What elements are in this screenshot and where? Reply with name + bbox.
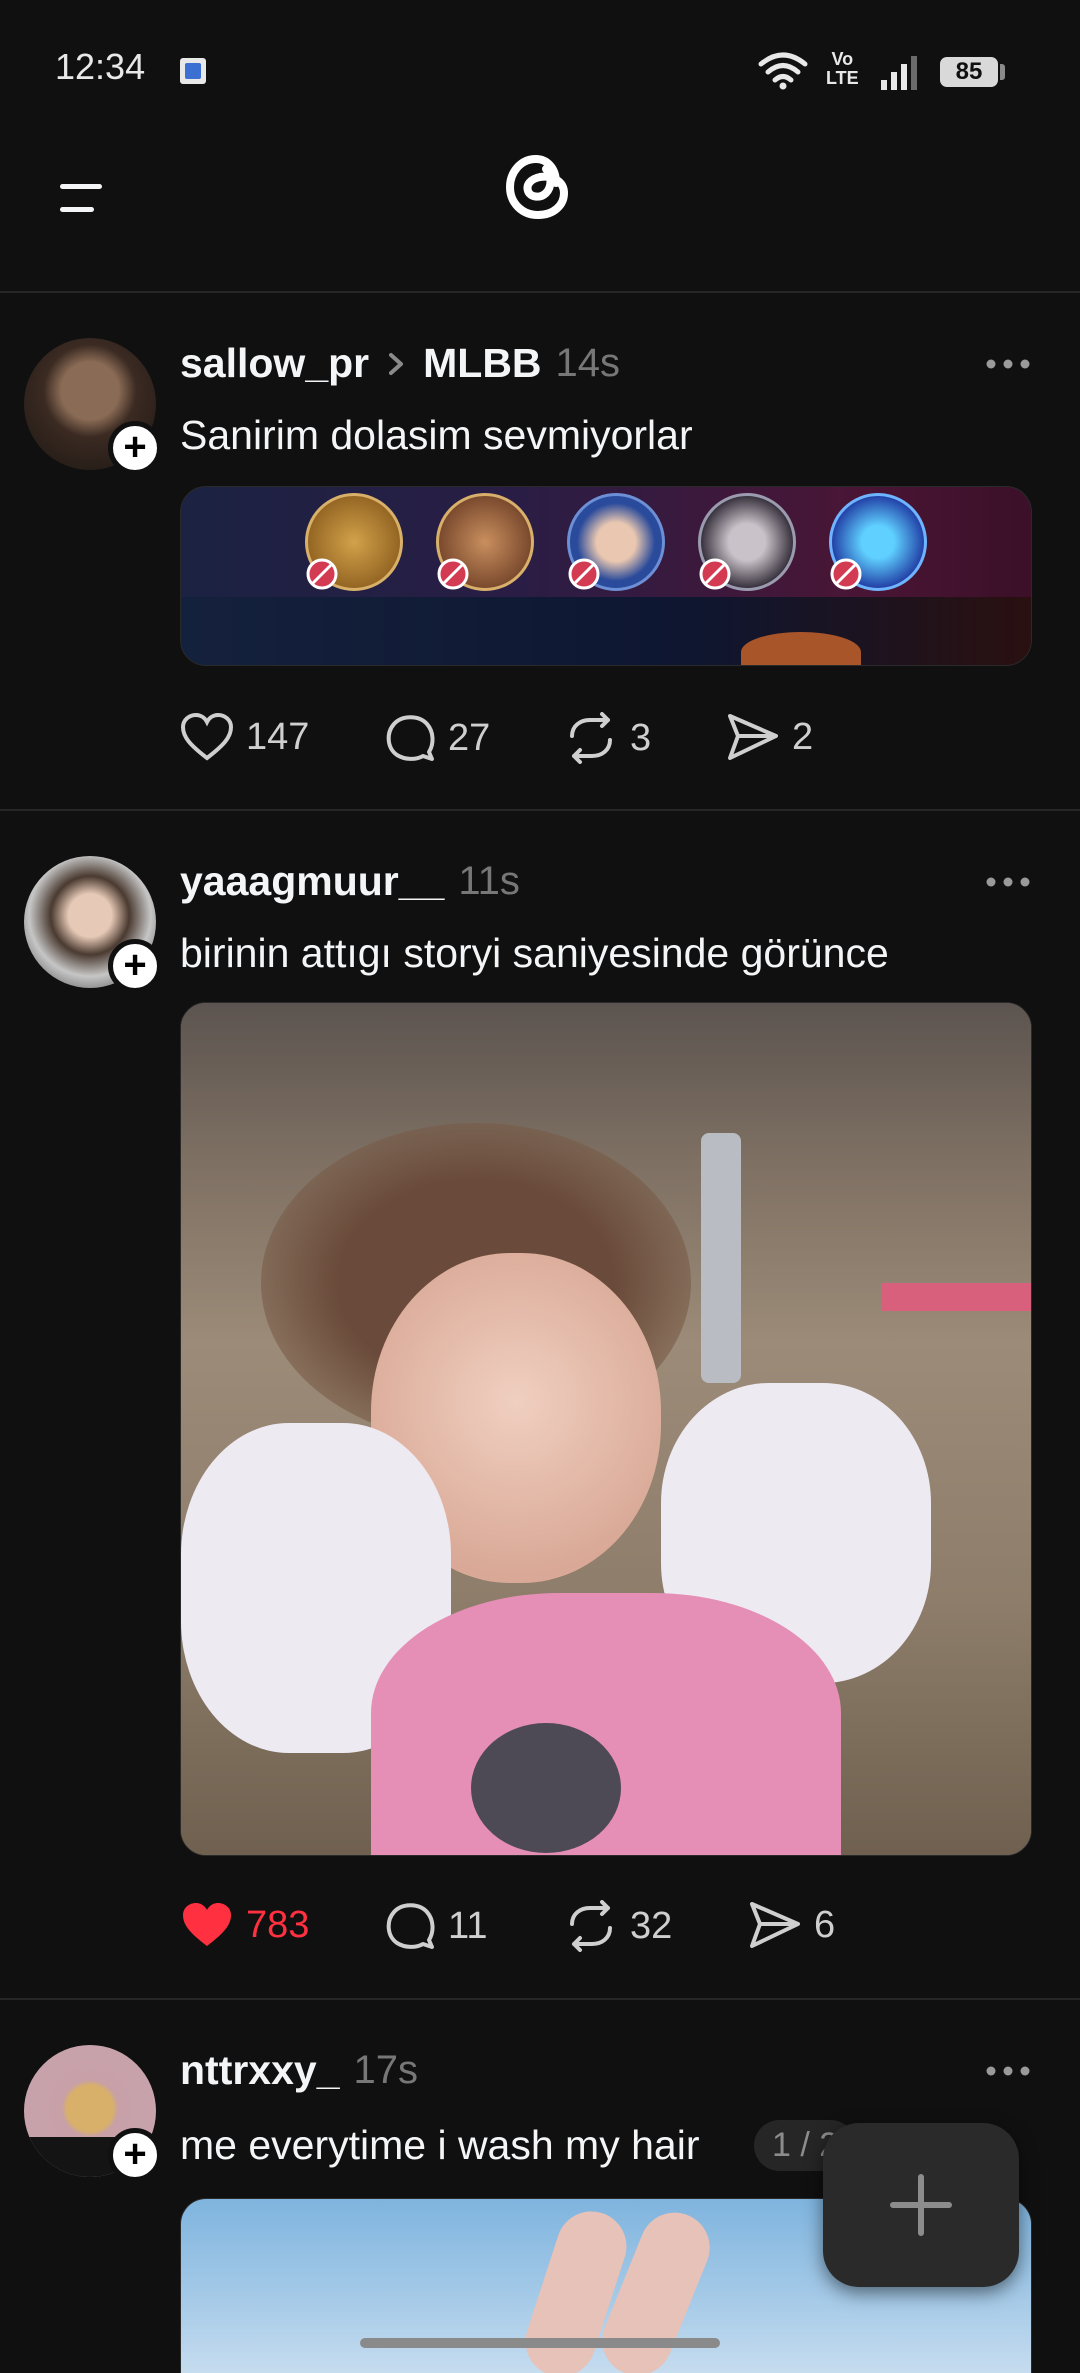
signal-icon [881, 56, 917, 90]
username[interactable]: nttrxxy_ [180, 2047, 340, 2094]
post-time: 14s [555, 341, 621, 385]
post-text: Sanirim dolasim sevmiyorlar [180, 412, 693, 458]
repost-count: 3 [630, 716, 652, 759]
follow-plus-button[interactable]: + [108, 939, 162, 993]
share-button[interactable]: 2 [726, 712, 813, 762]
comment-button[interactable]: 27 [384, 712, 490, 764]
comment-count: 11 [448, 1904, 488, 1947]
share-button[interactable]: 6 [748, 1900, 835, 1950]
post-header: nttrxxy_ 17s [180, 2047, 418, 2094]
more-options-icon[interactable] [986, 877, 1030, 887]
post-divider [0, 1998, 1080, 2000]
ban-icon [568, 558, 600, 590]
username[interactable]: yaaagmuur__ [180, 858, 444, 905]
post-text: me everytime i wash my hair [180, 2122, 700, 2168]
follow-plus-button[interactable]: + [108, 2128, 162, 2182]
comment-count: 27 [448, 716, 491, 759]
repost-icon [570, 1900, 612, 1952]
community-name[interactable]: MLBB [423, 340, 541, 387]
like-button[interactable]: 147 [180, 712, 309, 762]
home-indicator[interactable] [360, 2338, 720, 2348]
comment-icon [386, 1903, 435, 1949]
volte-indicator: Vo LTE [826, 49, 859, 88]
create-post-button[interactable] [823, 2123, 1019, 2287]
plus-icon [890, 2174, 952, 2236]
post-time: 17s [353, 2048, 419, 2092]
repost-button[interactable]: 32 [564, 1900, 672, 1952]
more-options-icon[interactable] [986, 2066, 1030, 2076]
like-count: 783 [246, 1903, 310, 1946]
like-button[interactable]: 783 [180, 1900, 309, 1950]
chevron-right-icon [389, 352, 404, 375]
post-time: 11s [458, 859, 520, 903]
share-icon [750, 1902, 800, 1948]
repost-icon [570, 712, 612, 764]
post-media-photo[interactable] [180, 1002, 1032, 1856]
share-icon [728, 714, 778, 760]
comment-icon [386, 715, 435, 761]
more-options-icon[interactable] [986, 359, 1030, 369]
share-count: 2 [792, 715, 814, 758]
wifi-icon [758, 52, 808, 90]
post-text: birinin attıgı storyi saniyesinde görünc… [180, 930, 889, 976]
share-count: 6 [814, 1903, 836, 1946]
battery-tip [1000, 64, 1005, 80]
notification-app-icon [180, 58, 206, 84]
repost-button[interactable]: 3 [564, 712, 651, 764]
ban-icon [306, 558, 338, 590]
status-time: 12:34 [55, 46, 146, 87]
comment-button[interactable]: 11 [384, 1900, 487, 1952]
threads-logo-icon[interactable] [500, 145, 576, 227]
heart-filled-icon [183, 1903, 231, 1946]
follow-plus-button[interactable]: + [108, 421, 162, 475]
battery-icon: 85 [940, 57, 998, 87]
post-divider [0, 809, 1080, 811]
ban-icon [699, 558, 731, 590]
username[interactable]: sallow_pr [180, 340, 369, 387]
post-media-banner[interactable] [180, 486, 1032, 666]
like-count: 147 [246, 715, 310, 758]
menu-icon[interactable] [60, 182, 104, 214]
post-header: yaaagmuur__ 11s [180, 858, 520, 905]
post-header: sallow_pr MLBB 14s [180, 340, 620, 387]
header-divider [0, 291, 1080, 293]
ban-icon [437, 558, 469, 590]
ban-icon [830, 558, 862, 590]
repost-count: 32 [630, 1904, 673, 1947]
heart-icon [180, 712, 234, 761]
